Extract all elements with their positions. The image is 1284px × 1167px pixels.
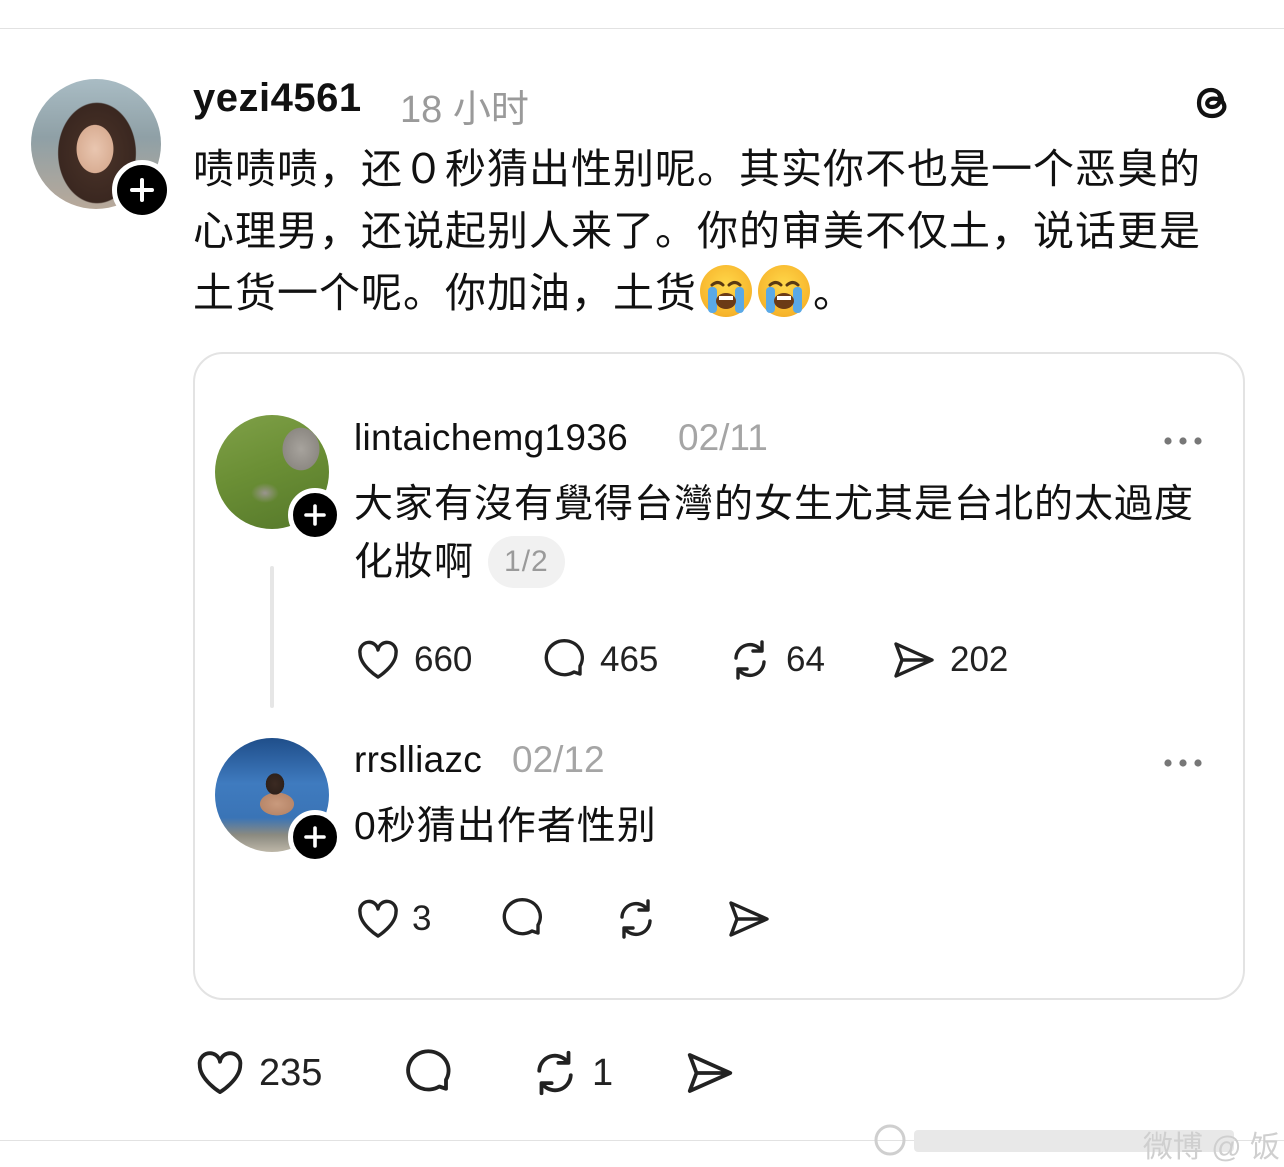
post-text-body: 啧啧啧，还０秒猜出性别呢。其实你不也是一个恶臭的心理男，还说起别人来了。你的审美…: [193, 146, 1201, 316]
follow-plus-icon[interactable]: [112, 160, 172, 220]
reply-username[interactable]: rrslliazc: [354, 739, 482, 781]
follow-plus-icon[interactable]: [288, 810, 342, 864]
quoted-date: 02/11: [678, 417, 768, 458]
reply-date: 02/12: [512, 739, 605, 780]
quoted-text: 大家有沒有覺得台灣的女生尤其是台北的太過度化妝啊 1/2: [354, 476, 1214, 592]
send-icon: [687, 1053, 733, 1093]
comment-button[interactable]: 465: [540, 636, 658, 684]
threads-logo-icon[interactable]: [1188, 78, 1236, 126]
comment-bubble-icon: [406, 1049, 451, 1092]
like-count: 3: [412, 899, 432, 938]
crying-face-emoji-icon: [700, 265, 752, 317]
quoted-username[interactable]: lintaichemg1936: [354, 417, 628, 459]
share-count: 202: [950, 640, 1009, 679]
like-count: 660: [414, 640, 473, 679]
send-icon: [729, 901, 769, 937]
repost-count: 1: [592, 1051, 614, 1094]
heart-icon: [358, 640, 398, 679]
heart-icon: [358, 899, 398, 938]
author-username[interactable]: yezi4561: [193, 76, 362, 121]
like-count: 235: [259, 1051, 323, 1094]
repost-button[interactable]: 1: [528, 1046, 613, 1100]
watermark-text: 微博 @ 饭: [1142, 1131, 1280, 1164]
like-button[interactable]: 660: [354, 636, 472, 684]
heart-icon: [197, 1051, 243, 1095]
reply-text: 0秒猜出作者性别: [354, 805, 657, 848]
top-divider: [0, 28, 1284, 29]
comment-bubble-icon: [544, 638, 584, 677]
page-indicator-badge: 1/2: [488, 536, 565, 588]
follow-plus-icon[interactable]: [288, 488, 342, 542]
share-button[interactable]: [683, 1046, 737, 1100]
post-time: 18 小时: [400, 89, 529, 131]
share-button[interactable]: 202: [890, 636, 1008, 684]
post-text-end: 。: [813, 270, 855, 316]
comment-button[interactable]: [498, 895, 546, 943]
more-options-icon[interactable]: [1163, 755, 1203, 767]
more-options-icon[interactable]: [1163, 433, 1203, 445]
like-button[interactable]: 3: [354, 895, 431, 943]
comment-count: 465: [600, 640, 659, 679]
repost-icon: [620, 899, 652, 939]
comment-button[interactable]: [401, 1046, 455, 1100]
comment-bubble-icon: [502, 897, 542, 936]
post-text: 啧啧啧，还０秒猜出性别呢。其实你不也是一个恶臭的心理男，还说起别人来了。你的审美…: [193, 138, 1233, 324]
thread-connector-line: [270, 566, 274, 708]
repost-count: 64: [786, 640, 825, 679]
repost-icon: [537, 1050, 573, 1096]
crying-face-emoji-icon: [758, 265, 810, 317]
like-button[interactable]: 235: [193, 1046, 322, 1100]
send-icon: [894, 642, 934, 678]
repost-button[interactable]: [612, 895, 660, 943]
repost-icon: [734, 640, 766, 680]
share-button[interactable]: [725, 895, 773, 943]
weibo-watermark: 微博 @ 饭: [870, 1120, 1280, 1164]
quoted-text-body: 大家有沒有覺得台灣的女生尤其是台北的太過度化妝啊: [354, 483, 1195, 584]
repost-button[interactable]: 64: [726, 636, 825, 684]
